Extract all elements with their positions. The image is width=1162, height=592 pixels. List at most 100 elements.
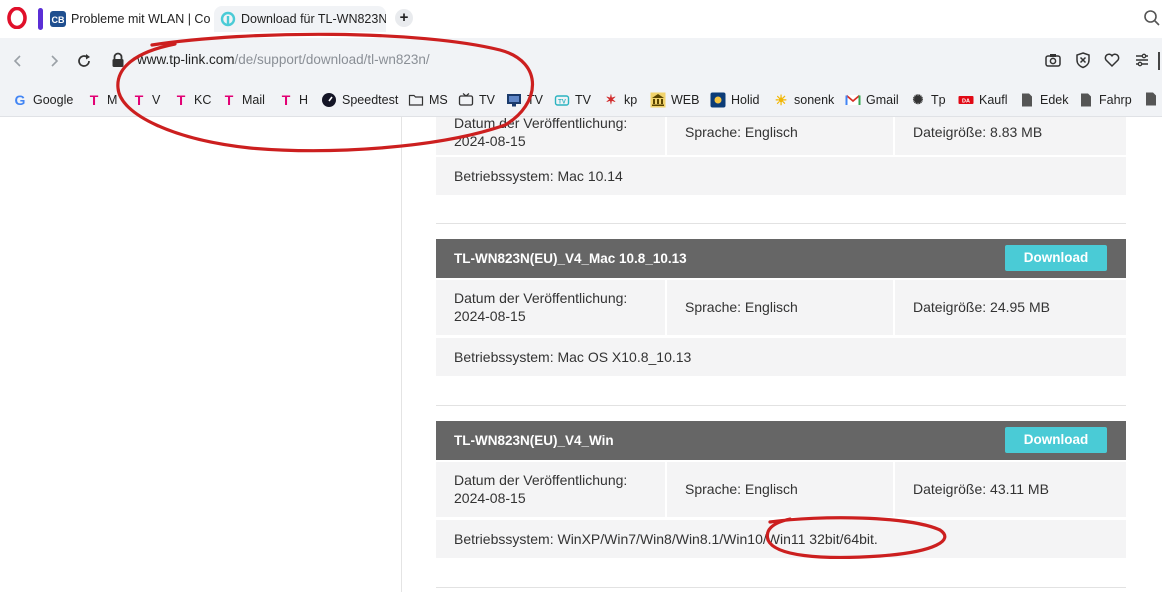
tv-icon	[458, 93, 474, 106]
new-tab-button[interactable]: +	[395, 9, 413, 27]
bookmark-holid[interactable]: Holid	[710, 91, 760, 109]
telekom-icon: T	[224, 92, 234, 108]
tab-search-icon[interactable]	[1143, 9, 1161, 27]
bookmark-tv-2[interactable]: TV	[506, 91, 543, 109]
entry-separator	[436, 405, 1126, 406]
bookmark-speedtest[interactable]: Speedtest	[321, 91, 398, 109]
speedtest-icon	[322, 93, 336, 107]
bookmark-fahrp[interactable]: Fahrp	[1078, 91, 1132, 109]
package-title: TL-WN823N(EU)_V4_Win	[454, 433, 614, 448]
lock-icon[interactable]	[111, 52, 125, 68]
bookmark-gmail[interactable]: Gmail	[845, 91, 899, 109]
bookmark-telekom-m[interactable]: T M	[86, 91, 118, 109]
bookmark-telekom-mail[interactable]: T Mail	[221, 91, 265, 109]
os-text: Betriebssystem: Mac 10.14	[454, 168, 623, 184]
url-field[interactable]: www.tp-link.com/de/support/download/tl-w…	[137, 52, 430, 67]
back-icon[interactable]	[8, 51, 28, 71]
adblock-shield-icon[interactable]	[1074, 51, 1092, 69]
language-cell: Sprache: Englisch	[667, 117, 893, 155]
release-date-cell: Datum der Veröffentlichung: 2024-08-15	[436, 117, 665, 155]
bookmarks-bar: G Google T M T V T KC T Mail T H Speedte…	[0, 84, 1162, 117]
bookmark-tp[interactable]: ✺ Tp	[910, 91, 946, 109]
tab-tplink-download[interactable]: Download für TL-WN823N	[214, 6, 386, 32]
kp-icon: ✶	[605, 92, 617, 107]
tplink-favicon-icon	[220, 11, 236, 27]
page-content: Datum der Veröffentlichung: 2024-08-15 S…	[0, 117, 1162, 592]
download-button[interactable]: Download	[1005, 427, 1107, 453]
release-date-value: 2024-08-15	[454, 308, 526, 324]
bookmark-edek[interactable]: Edek	[1019, 91, 1069, 109]
google-icon: G	[14, 92, 26, 108]
kaufland-icon: DA	[958, 96, 974, 105]
sun-icon: ☀	[774, 91, 788, 108]
language-text: Sprache: Englisch	[685, 481, 798, 497]
language-cell: Sprache: Englisch	[667, 462, 893, 517]
satellite-icon: ✺	[912, 92, 924, 107]
file-icon[interactable]	[1143, 91, 1159, 107]
url-host: www.tp-link.com	[137, 52, 235, 67]
filesize-text: Dateigröße: 8.83 MB	[913, 124, 1043, 140]
telekom-icon: T	[134, 92, 144, 108]
os-cell: Betriebssystem: Mac 10.14	[436, 157, 1126, 195]
svg-text:CB: CB	[52, 15, 65, 25]
opera-logo-icon[interactable]	[6, 7, 28, 29]
bookmark-telekom-kc[interactable]: T KC	[173, 91, 212, 109]
release-date-value: 2024-08-15	[454, 133, 526, 149]
bookmark-telekom-v[interactable]: T V	[131, 91, 161, 109]
filesize-text: Dateigröße: 43.11 MB	[913, 481, 1049, 497]
url-path: /de/support/download/tl-wn823n/	[234, 52, 430, 67]
svg-text:DA: DA	[962, 99, 970, 105]
package-header-win: TL-WN823N(EU)_V4_Win Download	[436, 421, 1126, 460]
os-cell: Betriebssystem: WinXP/Win7/Win8/Win8.1/W…	[436, 520, 1126, 558]
reload-icon[interactable]	[74, 51, 94, 71]
monitor-icon	[507, 94, 521, 107]
language-text: Sprache: Englisch	[685, 299, 798, 315]
package-title: TL-WN823N(EU)_V4_Mac 10.8_10.13	[454, 251, 687, 266]
file-icon	[1022, 93, 1032, 107]
telekom-icon: T	[176, 92, 186, 108]
language-cell: Sprache: Englisch	[667, 280, 893, 335]
release-date-label: Datum der Veröffentlichung:	[454, 117, 628, 131]
folder-icon	[408, 94, 424, 106]
package-header-mac: TL-WN823N(EU)_V4_Mac 10.8_10.13 Download	[436, 239, 1126, 278]
tab-label: Download für TL-WN823N	[241, 12, 386, 26]
tab-wlan-problems[interactable]: CB Probleme mit WLAN | Con	[50, 6, 210, 32]
bookmark-tv-1[interactable]: TV	[458, 91, 495, 109]
telekom-icon: T	[281, 92, 291, 108]
heart-icon[interactable]	[1103, 51, 1121, 69]
file-icon	[1081, 93, 1091, 107]
filesize-cell: Dateigröße: 8.83 MB	[895, 117, 1126, 155]
sidebar-accent	[38, 8, 43, 30]
os-text: Betriebssystem: WinXP/Win7/Win8/Win8.1/W…	[454, 531, 878, 547]
tab-label: Probleme mit WLAN | Con	[71, 12, 210, 26]
forum-favicon-icon: CB	[50, 11, 66, 27]
filesize-cell: Dateigröße: 43.11 MB	[895, 462, 1126, 517]
language-text: Sprache: Englisch	[685, 124, 798, 140]
camera-icon[interactable]	[1044, 51, 1062, 69]
easy-setup-icon[interactable]	[1133, 51, 1151, 69]
download-button[interactable]: Download	[1005, 245, 1107, 271]
bank-icon	[650, 92, 666, 108]
telekom-icon: T	[89, 92, 99, 108]
address-bar: www.tp-link.com/de/support/download/tl-w…	[0, 38, 1162, 84]
bookmark-kp[interactable]: ✶ kp	[603, 91, 638, 109]
sidebar-divider	[401, 117, 402, 592]
bookmark-web[interactable]: WEB	[650, 91, 699, 109]
bookmark-sonenk[interactable]: ☀ sonenk	[773, 91, 835, 109]
entry-separator	[436, 223, 1126, 224]
release-date-value: 2024-08-15	[454, 490, 526, 506]
bookmark-folder-ms[interactable]: MS	[408, 91, 448, 109]
bookmark-kaufl[interactable]: DA Kaufl	[958, 91, 1008, 109]
filesize-cell: Dateigröße: 24.95 MB	[895, 280, 1126, 335]
forward-icon[interactable]	[44, 51, 64, 71]
release-date-label: Datum der Veröffentlichung:	[454, 472, 628, 488]
svg-text:TV: TV	[558, 100, 566, 106]
release-date-cell: Datum der Veröffentlichung: 2024-08-15	[436, 462, 665, 517]
bookmark-telekom-h[interactable]: T H	[278, 91, 308, 109]
bookmark-tv-3[interactable]: TV TV	[554, 91, 591, 109]
bookmark-google[interactable]: G Google	[12, 91, 74, 109]
os-cell: Betriebssystem: Mac OS X10.8_10.13	[436, 338, 1126, 376]
tv-icon: TV	[554, 95, 570, 106]
scroll-edge	[1158, 52, 1160, 70]
gmail-icon	[845, 94, 861, 105]
